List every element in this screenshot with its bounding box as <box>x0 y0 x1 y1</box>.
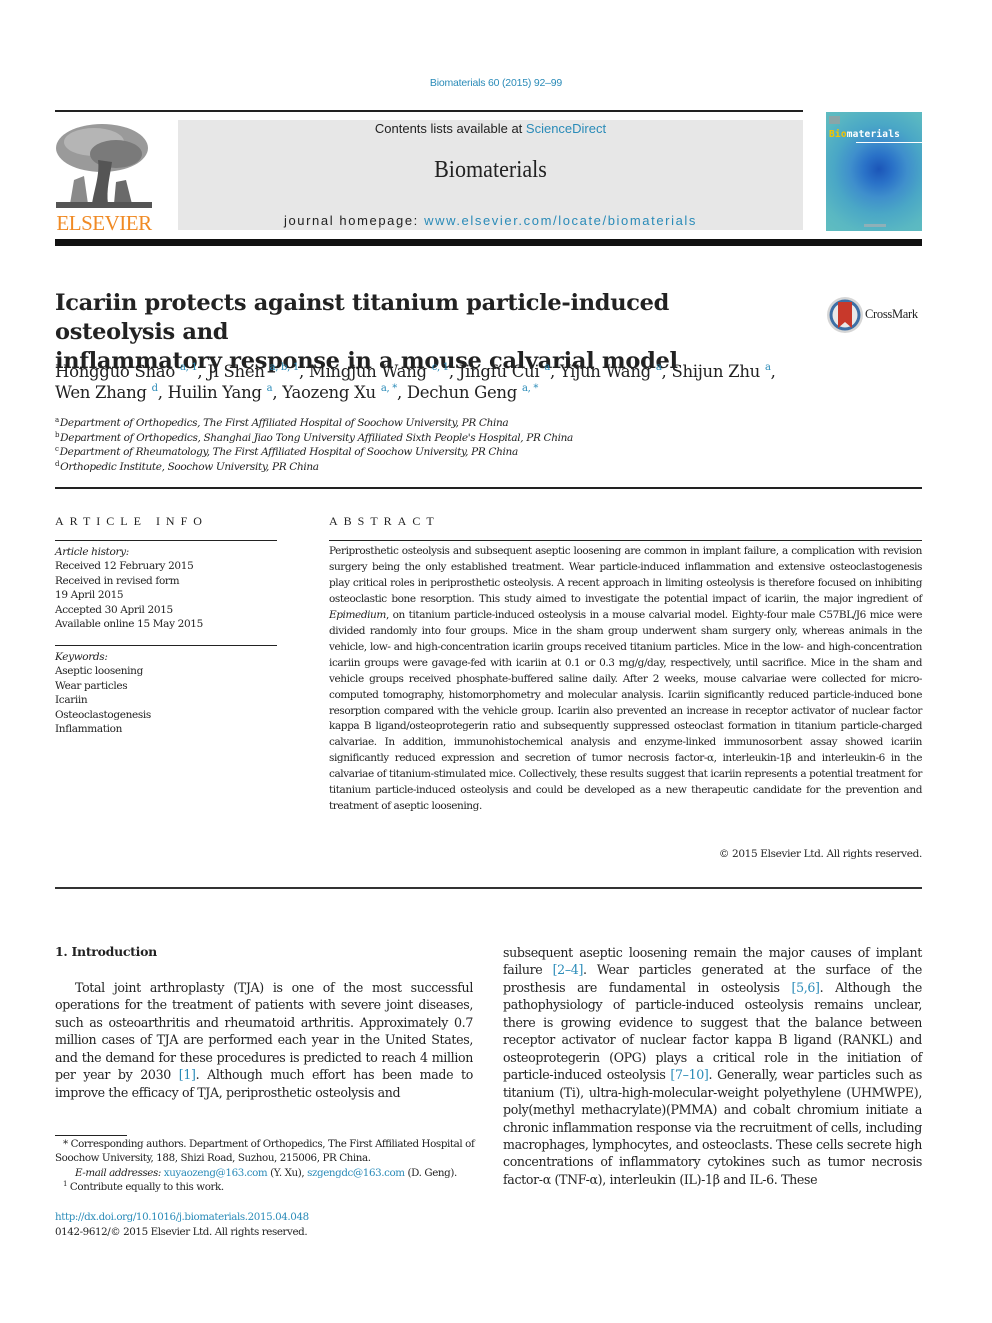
affiliation: bDepartment of Orthopedics, Shanghai Jia… <box>55 430 573 444</box>
history-item: Available online 15 May 2015 <box>55 618 203 631</box>
title-line-1: Icariin protects against titanium partic… <box>55 290 670 345</box>
article-info-rule <box>55 540 277 541</box>
keyword: Inflammation <box>55 723 123 736</box>
history-item: Received 12 February 2015 <box>55 560 194 573</box>
crossmark-badge[interactable]: CrossMark <box>826 296 926 336</box>
section-rule <box>55 487 922 489</box>
author-list: Hongguo Shao a, 1, Ji Shen a, b, 1, Ming… <box>55 362 776 402</box>
doi-link[interactable]: http://dx.doi.org/10.1016/j.biomaterials… <box>55 1211 309 1223</box>
history-item: Received in revised form <box>55 574 180 587</box>
author[interactable]: Ji Shen a, b, 1 <box>207 362 299 381</box>
contents-line: Contents lists available at ScienceDirec… <box>178 121 803 136</box>
contents-prefix: Contents lists available at <box>374 121 526 136</box>
sciencedirect-link[interactable]: ScienceDirect <box>526 121 606 136</box>
keyword: Aseptic loosening <box>55 665 143 678</box>
corresponding-author-note: * Corresponding authors. Department of O… <box>55 1138 475 1165</box>
email-note: E-mail addresses: xuyaozeng@163.com (Y. … <box>75 1166 457 1179</box>
front-matter-rule <box>55 887 922 889</box>
introduction-right-column: subsequent aseptic loosening remain the … <box>503 945 922 1187</box>
affiliation: dOrthopedic Institute, Soochow Universit… <box>55 459 319 473</box>
introduction-left-column: Total joint arthroplasty (TJA) is one of… <box>55 980 473 1100</box>
article-info-heading: ARTICLE INFO <box>55 514 208 528</box>
author[interactable]: Huilin Yang a <box>168 383 273 402</box>
homepage-link[interactable]: www.elsevier.com/locate/biomaterials <box>424 213 697 228</box>
keywords-rule <box>55 645 277 646</box>
elsevier-wordmark: ELSEVIER <box>56 211 152 235</box>
affiliations: aDepartment of Orthopedics, The First Af… <box>55 416 755 474</box>
keywords-label: Keywords: <box>55 651 108 663</box>
footnotes: * Corresponding authors. Department of O… <box>55 1137 475 1195</box>
keyword: Icariin <box>55 694 88 707</box>
history-item: 19 April 2015 <box>55 589 124 602</box>
reference-link[interactable]: [5,6] <box>792 980 820 995</box>
article-history: Article history: Received 12 February 20… <box>55 545 277 631</box>
keywords: Keywords: Aseptic loosening Wear particl… <box>55 650 277 736</box>
homepage-line: journal homepage: www.elsevier.com/locat… <box>178 213 803 228</box>
introduction-heading: 1. Introduction <box>55 944 157 959</box>
affiliation: cDepartment of Rheumatology, The First A… <box>55 445 518 459</box>
reference-link[interactable]: [1] <box>179 1067 196 1082</box>
author[interactable]: Dechun Geng a, * <box>407 383 539 402</box>
cover-footer-mark <box>864 224 886 227</box>
footnote-rule <box>55 1135 127 1136</box>
affiliation: aDepartment of Orthopedics, The First Af… <box>55 416 509 430</box>
reference-link[interactable]: [7–10] <box>670 1067 708 1082</box>
homepage-prefix: journal homepage: <box>283 213 425 228</box>
reference-link[interactable]: [2–4] <box>553 962 584 977</box>
abstract-copyright: © 2015 Elsevier Ltd. All rights reserved… <box>718 848 922 860</box>
email-link[interactable]: szgengdc@163.com <box>307 1167 405 1179</box>
keyword: Osteoclastogenesis <box>55 708 151 721</box>
history-label: Article history: <box>55 546 129 558</box>
keyword: Wear particles <box>55 679 128 692</box>
elsevier-tree-icon <box>54 120 154 210</box>
author[interactable]: Yijun Wang a <box>560 362 662 381</box>
cover-rule <box>856 142 922 143</box>
journal-name: Biomaterials <box>434 157 547 183</box>
header-rule <box>55 110 803 112</box>
crossmark-label: CrossMark <box>865 307 918 321</box>
journal-cover-thumbnail[interactable]: Biomaterials <box>826 112 922 231</box>
abstract-text: Periprosthetic osteolysis and subsequent… <box>329 545 922 813</box>
journal-citation-link[interactable]: Biomaterials 60 (2015) 92–99 <box>0 77 992 89</box>
abstract-rule <box>329 540 922 541</box>
author[interactable]: Shijun Zhu a <box>671 362 770 381</box>
equal-contribution-note: 1 Contribute equally to this work. <box>63 1180 224 1194</box>
crossmark-icon <box>827 297 863 333</box>
abstract-heading: ABSTRACT <box>329 514 440 528</box>
history-item: Accepted 30 April 2015 <box>55 603 173 616</box>
author[interactable]: Mingjun Wang c, 1 <box>309 362 449 381</box>
author[interactable]: Yaozeng Xu a, * <box>282 383 397 402</box>
header-thick-rule <box>55 239 922 246</box>
cover-title: Biomaterials <box>829 129 901 140</box>
cover-publisher-badge <box>829 116 840 124</box>
email-link[interactable]: xuyaozeng@163.com <box>164 1167 268 1179</box>
author[interactable]: Hongguo Shao a, 1 <box>55 362 198 381</box>
elsevier-logo[interactable]: ELSEVIER <box>54 120 154 235</box>
issn-copyright: 0142-9612/© 2015 Elsevier Ltd. All right… <box>55 1226 308 1238</box>
author[interactable]: Jingfu Cui a <box>459 362 551 381</box>
author[interactable]: Wen Zhang d <box>55 383 158 402</box>
